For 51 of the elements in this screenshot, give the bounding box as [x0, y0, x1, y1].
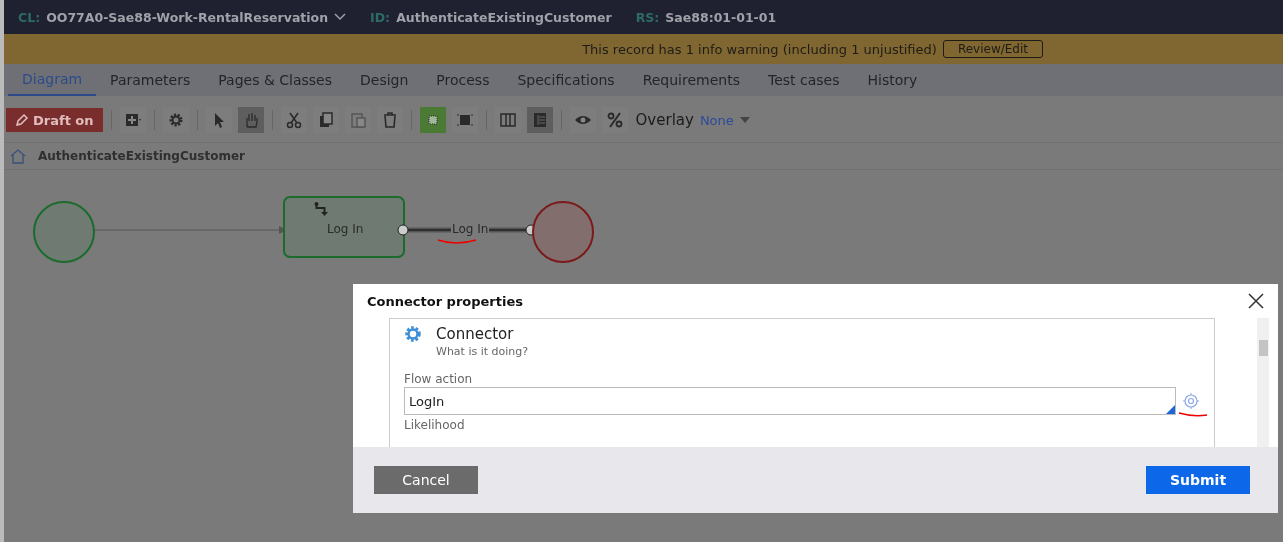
- tab[interactable]: Pages & Classes: [204, 64, 346, 96]
- section-subtitle: What is it doing?: [436, 345, 529, 358]
- home-icon[interactable]: [10, 148, 26, 164]
- rs-value: Sae88:01-01-01: [665, 9, 777, 25]
- dialog-title: Connector properties: [367, 293, 523, 309]
- warning-message: This record has 1 info warning (including 1 unjustified): [582, 41, 937, 57]
- class-label: CL:: [18, 9, 41, 25]
- gear-icon: [404, 325, 422, 343]
- rows-tool-button[interactable]: [526, 107, 553, 133]
- hand-tool-button[interactable]: [237, 107, 264, 133]
- section-title: Connector: [436, 325, 515, 343]
- scrollbar[interactable]: [1257, 318, 1269, 447]
- connector-label: Log In: [451, 222, 490, 236]
- tab[interactable]: Diagram: [8, 64, 97, 96]
- cancel-button[interactable]: Cancel: [374, 466, 478, 494]
- field-label: Likelihood: [404, 418, 466, 432]
- columns-icon: [498, 111, 517, 129]
- chevron-icon[interactable]: [334, 13, 347, 21]
- caret-icon: [739, 117, 750, 123]
- tab[interactable]: Requirements: [628, 64, 754, 96]
- target-icon[interactable]: [1182, 392, 1200, 410]
- tab[interactable]: Design: [346, 64, 423, 96]
- field-label: Flow action: [404, 372, 474, 386]
- close-icon[interactable]: [1248, 293, 1264, 309]
- overlay-label: Overlay: [635, 111, 694, 129]
- class-name[interactable]: OO77A0-Sae88-Work-RentalReservation: [46, 9, 329, 25]
- id-label: ID:: [370, 9, 391, 25]
- add-icon: [123, 111, 142, 129]
- fit-icon: [455, 111, 474, 129]
- grid-tool-button[interactable]: [419, 107, 446, 133]
- submit-button[interactable]: Submit: [1146, 466, 1250, 494]
- tab[interactable]: Specifications: [503, 64, 629, 96]
- tab[interactable]: Process: [422, 64, 504, 96]
- draft-button[interactable]: Draft on: [6, 108, 103, 132]
- overlay-dropdown[interactable]: None: [699, 112, 750, 128]
- cut-icon: [284, 111, 303, 129]
- review-edit-button[interactable]: Review/Edit: [942, 40, 1043, 58]
- paste-icon: [348, 111, 367, 129]
- tab[interactable]: History: [853, 64, 932, 96]
- tab[interactable]: Parameters: [96, 64, 205, 96]
- annotation-mark: [1178, 411, 1208, 417]
- breadcrumb[interactable]: AuthenticateExistingCustomer: [38, 149, 245, 163]
- tab[interactable]: Test cases: [754, 64, 854, 96]
- percent-icon: [605, 111, 624, 129]
- pencil-icon: [15, 113, 29, 127]
- shape-label: Log In: [327, 222, 364, 236]
- flow-step-icon: [314, 202, 330, 216]
- annotation-mark: [437, 237, 477, 245]
- rs-label: RS:: [635, 9, 660, 25]
- flow-action-field[interactable]: LogIn: [404, 387, 1176, 415]
- id-value: AuthenticateExistingCustomer: [396, 9, 612, 25]
